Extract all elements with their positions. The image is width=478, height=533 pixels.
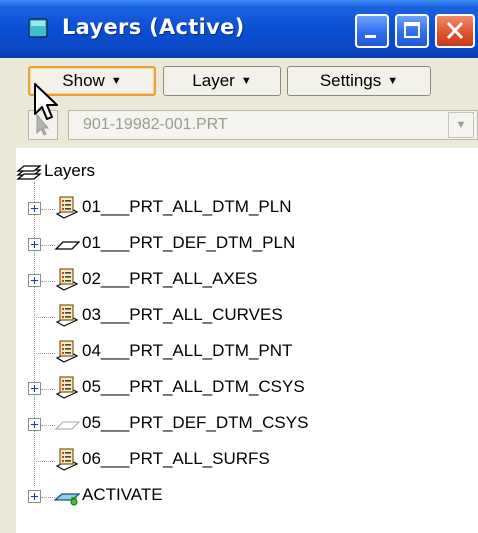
layers-stack-icon <box>16 165 42 180</box>
chevron-down-icon: ▼ <box>110 75 122 87</box>
expand-plus-icon[interactable] <box>28 238 41 251</box>
layer-sheet-icon <box>55 448 79 471</box>
tree-item-label: 06___PRT_ALL_SURFS <box>82 449 270 468</box>
settings-menu-label: Settings <box>319 71 382 90</box>
tree-connector <box>41 497 55 498</box>
layer-sheet-icon <box>55 268 79 291</box>
tree-item[interactable]: ACTIVATE <box>16 480 478 514</box>
model-selector-row: 901-19982-001.PRT ▼ <box>0 106 478 146</box>
close-icon <box>446 21 464 40</box>
activate-layer-icon <box>54 493 80 506</box>
dropdown-arrow-button[interactable]: ▼ <box>448 112 474 138</box>
maximize-button[interactable] <box>395 14 429 48</box>
window-title: Layers (Active) <box>62 15 245 39</box>
tree-item[interactable]: 05___PRT_DEF_DTM_CSYS <box>16 408 478 442</box>
tree-connector <box>41 281 55 282</box>
expand-plus-icon[interactable] <box>28 418 41 431</box>
layer-menu-button[interactable]: Layer ▼ <box>163 66 281 96</box>
tree-connector <box>34 317 55 318</box>
tree-item-label: 05___PRT_ALL_DTM_CSYS <box>82 377 305 396</box>
tree-item-label: 01___PRT_ALL_DTM_PLN <box>82 197 292 216</box>
expand-plus-icon[interactable] <box>28 202 41 215</box>
minimize-icon <box>365 35 376 38</box>
chevron-down-icon: ▼ <box>240 75 252 87</box>
tree-root-label: Layers <box>44 161 96 180</box>
minimize-button[interactable] <box>355 14 389 48</box>
settings-menu-button[interactable]: Settings ▼ <box>287 66 431 96</box>
mouse-cursor-icon <box>34 83 58 120</box>
active-model-value: 901-19982-001.PRT <box>83 116 228 133</box>
tree-item[interactable]: 05___PRT_ALL_DTM_CSYS <box>16 372 478 406</box>
layer-tree: Layers 01___PRT_ALL_DTM_PLN 01___PRT_DEF_… <box>16 148 478 533</box>
menu-toolbar: Show ▼ Layer ▼ Settings ▼ <box>0 60 478 106</box>
tree-item[interactable]: 03___PRT_ALL_CURVES <box>16 300 478 334</box>
tree-item-label: 04___PRT_ALL_DTM_PNT <box>82 341 293 360</box>
close-button[interactable] <box>435 14 475 48</box>
expand-plus-icon[interactable] <box>28 490 41 503</box>
show-menu-label: Show <box>62 71 105 90</box>
tree-item[interactable]: 01___PRT_ALL_DTM_PLN <box>16 192 478 226</box>
tree-item[interactable]: 04___PRT_ALL_DTM_PNT <box>16 336 478 370</box>
layer-sheet-icon <box>55 340 79 363</box>
tree-connector <box>34 353 55 354</box>
maximize-icon <box>404 22 420 38</box>
window-icon <box>28 18 48 38</box>
layer-menu-label: Layer <box>192 71 235 90</box>
tree-connector <box>34 461 55 462</box>
plane-faded-icon <box>54 421 80 430</box>
tree-item-label: ACTIVATE <box>82 485 163 504</box>
tree-connector <box>41 209 55 210</box>
layers-window: Layers (Active) Show ▼ Layer ▼ Settings … <box>0 0 478 533</box>
tree-item-label: 02___PRT_ALL_AXES <box>82 269 258 288</box>
tree-item-label: 05___PRT_DEF_DTM_CSYS <box>82 413 309 432</box>
tree-connector <box>41 425 55 426</box>
plane-icon <box>54 241 80 250</box>
tree-item-label: 01___PRT_DEF_DTM_PLN <box>82 233 296 252</box>
tree-root[interactable]: Layers <box>16 156 478 190</box>
chevron-down-icon: ▼ <box>387 75 399 87</box>
expand-plus-icon[interactable] <box>28 274 41 287</box>
tree-item-label: 03___PRT_ALL_CURVES <box>82 305 283 324</box>
chevron-down-icon: ▼ <box>455 119 467 131</box>
title-bar[interactable]: Layers (Active) <box>0 0 478 58</box>
tree-item[interactable]: 02___PRT_ALL_AXES <box>16 264 478 298</box>
layer-sheet-icon <box>55 196 79 219</box>
tree-connector <box>41 389 55 390</box>
expand-plus-icon[interactable] <box>28 382 41 395</box>
tree-connector <box>41 245 55 246</box>
layer-sheet-icon <box>55 304 79 327</box>
tree-item[interactable]: 01___PRT_DEF_DTM_PLN <box>16 228 478 262</box>
tree-item[interactable]: 06___PRT_ALL_SURFS <box>16 444 478 478</box>
active-model-dropdown[interactable]: 901-19982-001.PRT <box>68 110 478 140</box>
layer-sheet-icon <box>55 376 79 399</box>
